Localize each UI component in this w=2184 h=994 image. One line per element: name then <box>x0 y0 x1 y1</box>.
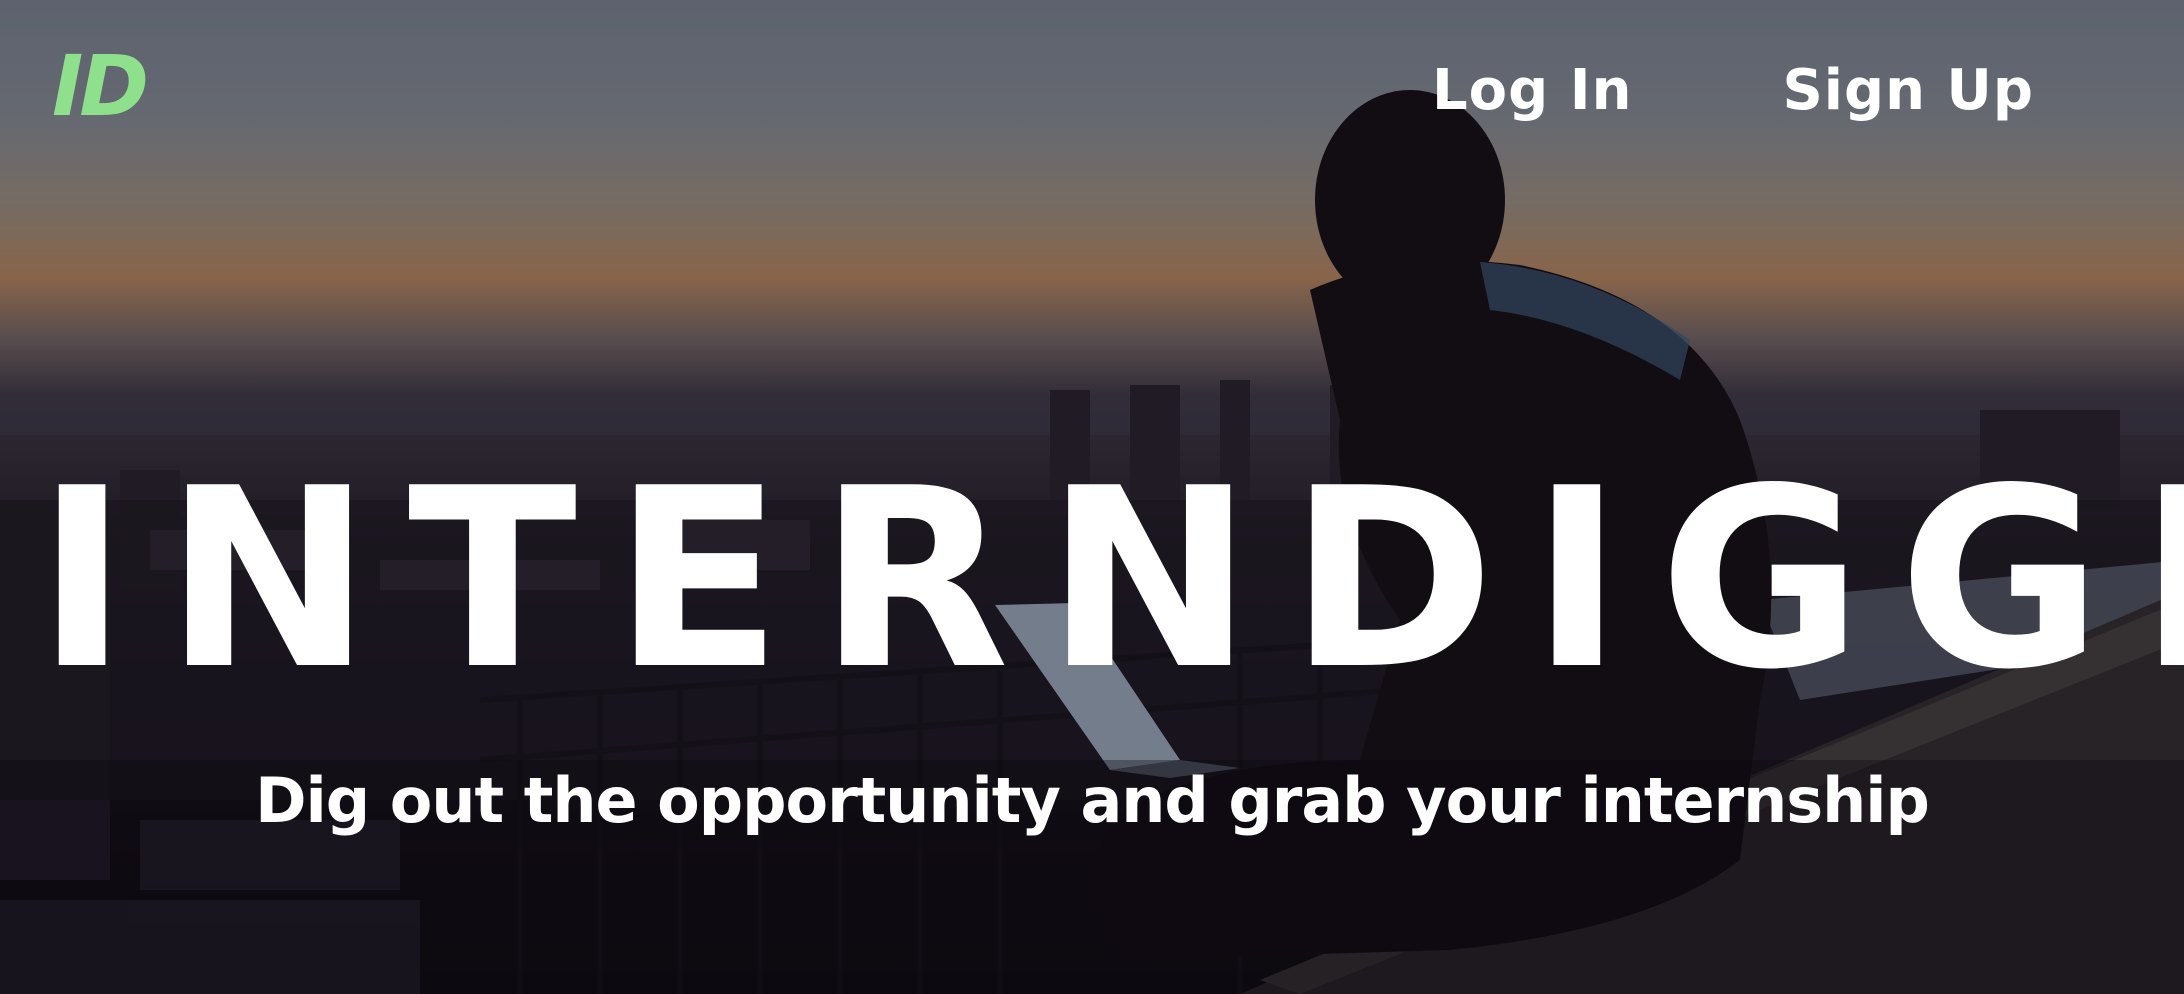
signup-link[interactable]: Sign Up <box>1782 60 2034 122</box>
hero-tagline: Dig out the opportunity and grab your in… <box>255 764 1930 837</box>
top-nav: Log In Sign Up <box>1432 60 2034 122</box>
brand-title: INTERNDIGGER <box>36 436 2184 725</box>
login-link[interactable]: Log In <box>1432 60 1632 122</box>
logo[interactable]: ID <box>52 44 149 128</box>
hero-section: ID Log In Sign Up INTERNDIGGER Dig out t… <box>0 0 2184 994</box>
